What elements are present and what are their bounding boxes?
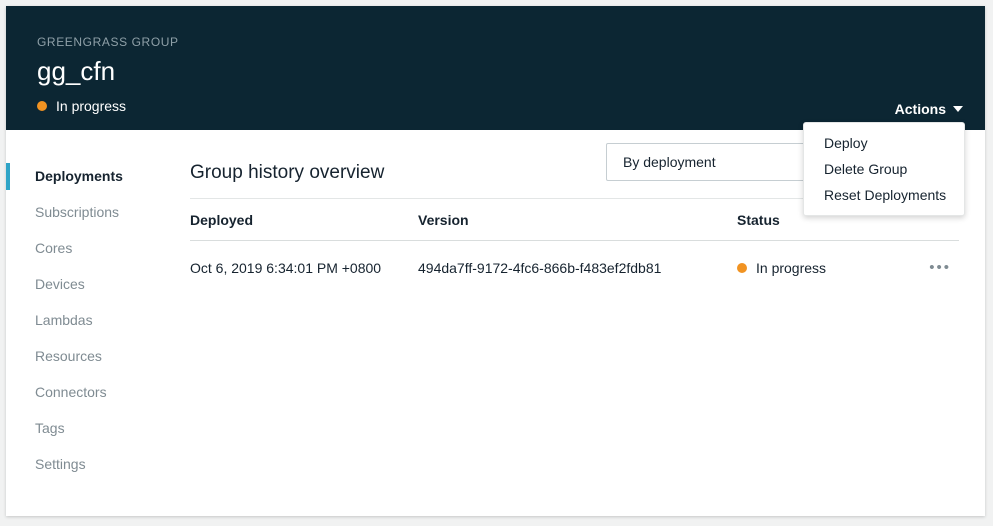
sidebar-item-connectors[interactable]: Connectors [6, 374, 190, 410]
menu-item-delete-group[interactable]: Delete Group [804, 156, 964, 182]
cell-status: In progress ••• [737, 260, 959, 276]
menu-item-deploy[interactable]: Deploy [804, 130, 964, 156]
cell-version: 494da7ff-9172-4fc6-866b-f483ef2fdb81 [418, 260, 737, 276]
status-dot-icon [37, 101, 47, 111]
sidebar-item-devices[interactable]: Devices [6, 266, 190, 302]
table-row: Oct 6, 2019 6:34:01 PM +0800 494da7ff-91… [190, 241, 959, 276]
ellipsis-icon[interactable]: ••• [929, 263, 959, 273]
group-status: In progress [37, 98, 985, 114]
sidebar-item-cores[interactable]: Cores [6, 230, 190, 266]
column-header-deployed: Deployed [190, 212, 418, 228]
cell-deployed: Oct 6, 2019 6:34:01 PM +0800 [190, 260, 418, 276]
group-type-label: GREENGRASS GROUP [37, 35, 985, 49]
sidebar-item-lambdas[interactable]: Lambdas [6, 302, 190, 338]
sidebar-item-deployments[interactable]: Deployments [6, 158, 190, 194]
sidebar-item-settings[interactable]: Settings [6, 446, 190, 482]
sidebar-item-subscriptions[interactable]: Subscriptions [6, 194, 190, 230]
actions-button[interactable]: Actions [895, 101, 963, 117]
history-filter-value: By deployment [623, 154, 716, 170]
status-dot-icon [737, 263, 747, 273]
page-title: gg_cfn [37, 56, 985, 87]
menu-item-reset-deployments[interactable]: Reset Deployments [804, 182, 964, 208]
app-card: GREENGRASS GROUP gg_cfn In progress Acti… [6, 6, 985, 516]
sidebar-item-resources[interactable]: Resources [6, 338, 190, 374]
actions-dropdown-menu: Deploy Delete Group Reset Deployments [803, 122, 965, 216]
sidebar-item-tags[interactable]: Tags [6, 410, 190, 446]
group-header: GREENGRASS GROUP gg_cfn In progress Acti… [6, 6, 985, 130]
row-status-label: In progress [756, 260, 826, 276]
status-label: In progress [56, 98, 126, 114]
caret-down-icon [953, 106, 963, 112]
actions-button-label: Actions [895, 101, 946, 117]
column-header-version: Version [418, 212, 737, 228]
sidebar-nav: Deployments Subscriptions Cores Devices … [6, 130, 190, 516]
history-filter-select[interactable]: By deployment [606, 143, 806, 181]
